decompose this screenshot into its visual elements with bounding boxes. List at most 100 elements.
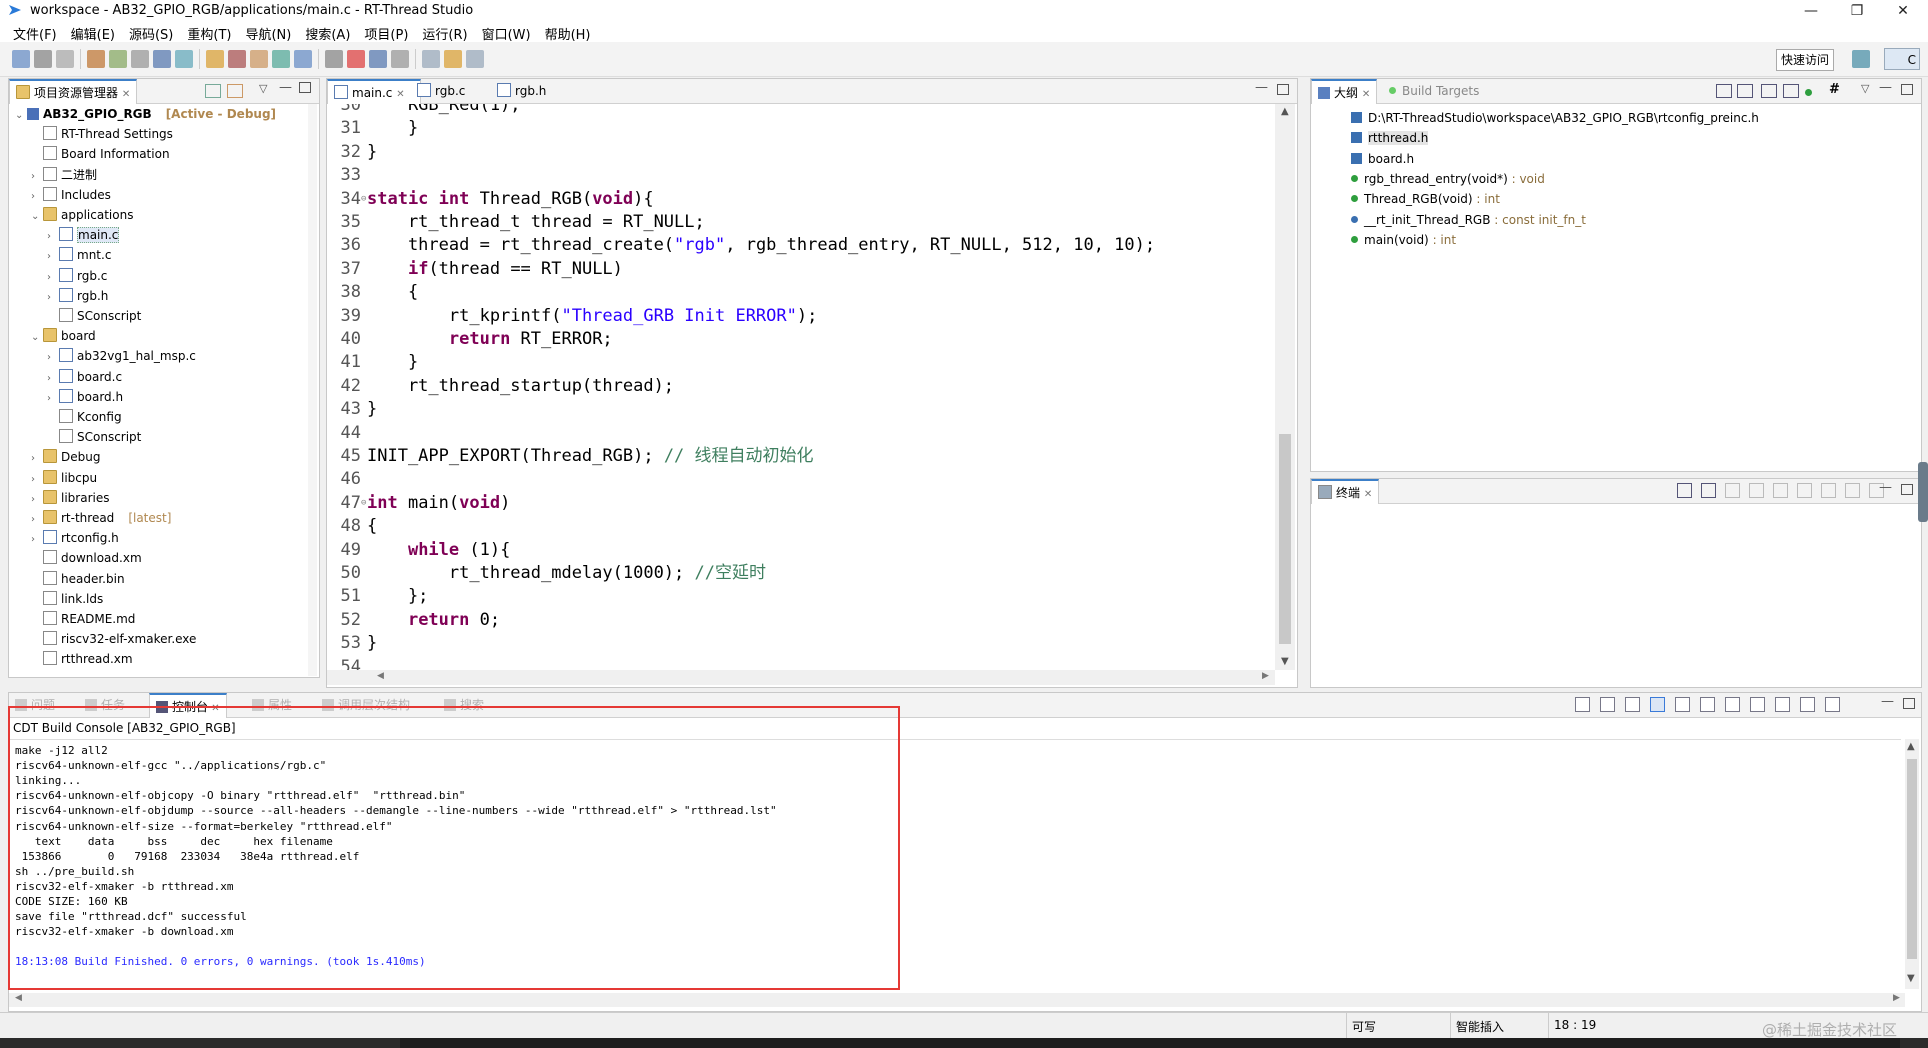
collapsed-arrow-icon[interactable]: ›: [31, 530, 43, 550]
fold-icon[interactable]: ⊖: [361, 492, 366, 515]
tab-build-targets[interactable]: Build Targets: [1383, 79, 1485, 103]
scroll-lock-icon[interactable]: [1701, 483, 1716, 498]
run-icon[interactable]: [250, 50, 268, 68]
tree-item[interactable]: › main.c: [47, 225, 120, 247]
scroll-down-icon[interactable]: ▼: [1281, 656, 1289, 667]
minimize-icon[interactable]: —: [1879, 80, 1892, 95]
display-console-icon[interactable]: [1800, 697, 1815, 712]
remove-icon[interactable]: [1600, 697, 1615, 712]
settings-icon[interactable]: [175, 50, 193, 68]
close-button[interactable]: ✕: [1880, 0, 1926, 22]
collapsed-arrow-icon[interactable]: ›: [31, 187, 43, 207]
collapsed-arrow-icon[interactable]: ›: [47, 268, 59, 288]
outline-item[interactable]: rgb_thread_entry(void*) : void: [1351, 169, 1545, 189]
maximize-icon[interactable]: [1277, 84, 1289, 95]
pin-console-icon[interactable]: [1625, 697, 1640, 712]
tree-item[interactable]: ⌄ AB32_GPIO_RGB [Active - Debug]: [15, 104, 276, 124]
console-vscrollbar[interactable]: ▲ ▼: [1905, 739, 1919, 989]
scroll-left-icon[interactable]: ◀: [377, 671, 384, 681]
close-icon[interactable]: ✕: [1364, 489, 1372, 500]
editor-hscrollbar[interactable]: ◀ ▶: [327, 670, 1275, 685]
show-on-output-icon[interactable]: [1675, 697, 1690, 712]
expanded-arrow-icon[interactable]: ⌄: [31, 207, 43, 227]
tree-item[interactable]: › libraries: [31, 488, 109, 508]
scroll-left-icon[interactable]: ◀: [15, 993, 22, 1003]
collapsed-arrow-icon[interactable]: ›: [31, 470, 43, 490]
disconnect-icon[interactable]: [1725, 483, 1740, 498]
view-menu-icon[interactable]: ▽: [259, 82, 267, 95]
tab-outline[interactable]: 大纲 ✕: [1311, 79, 1378, 104]
launch-icon[interactable]: [325, 50, 343, 68]
download-icon[interactable]: [206, 50, 224, 68]
collapsed-arrow-icon[interactable]: ›: [31, 449, 43, 469]
tree-item[interactable]: › board.h: [47, 387, 123, 407]
debug-icon[interactable]: [228, 50, 246, 68]
word-wrap-icon[interactable]: [1725, 697, 1740, 712]
tree-item[interactable]: README.md: [31, 609, 135, 629]
outline-item[interactable]: Thread_RGB(void) : int: [1351, 189, 1500, 209]
history-icon[interactable]: [466, 50, 484, 68]
tree-item[interactable]: header.bin: [31, 569, 125, 589]
perspective-c-button[interactable]: C: [1884, 48, 1920, 70]
open-perspective-icon[interactable]: [1852, 50, 1870, 68]
collapsed-arrow-icon[interactable]: ›: [31, 490, 43, 510]
maximize-button[interactable]: ❐: [1834, 0, 1880, 22]
collapsed-arrow-icon[interactable]: ›: [47, 369, 59, 389]
open-console-icon[interactable]: [1775, 697, 1790, 712]
tree-scrollbar[interactable]: [308, 104, 317, 676]
tree-item[interactable]: › 二进制: [31, 165, 97, 185]
tree-item[interactable]: download.xm: [31, 548, 142, 568]
tree-item[interactable]: link.lds: [31, 589, 103, 609]
maximize-icon[interactable]: [1901, 84, 1913, 95]
close-icon[interactable]: ✕: [122, 89, 130, 100]
tree-item[interactable]: SConscript: [47, 306, 141, 326]
tree-item[interactable]: › rgb.h: [47, 286, 108, 306]
scroll-thumb[interactable]: [1279, 434, 1291, 644]
scroll-up-icon[interactable]: ▲: [1907, 741, 1915, 752]
openocd-icon[interactable]: [294, 50, 312, 68]
tree-item[interactable]: Board Information: [31, 144, 170, 164]
clear-console-icon[interactable]: [1750, 697, 1765, 712]
save-icon[interactable]: [34, 50, 52, 68]
stop-icon[interactable]: [347, 50, 365, 68]
tree-item[interactable]: RT-Thread Settings: [31, 124, 173, 144]
forward-icon[interactable]: [444, 50, 462, 68]
tree-item[interactable]: › Includes: [31, 185, 111, 205]
show-on-error-icon[interactable]: [1700, 697, 1715, 712]
build-icon[interactable]: [87, 50, 105, 68]
tab-terminal[interactable]: 终端 ✕: [1311, 479, 1380, 504]
terminal-icon[interactable]: [153, 50, 171, 68]
tab-rgb-h[interactable]: rgb.h: [491, 79, 552, 103]
hide-fields-icon[interactable]: [1761, 84, 1777, 98]
collapsed-arrow-icon[interactable]: ›: [47, 247, 59, 267]
layout-icon[interactable]: [391, 50, 409, 68]
select-all-icon[interactable]: [1797, 483, 1812, 498]
new-console-icon[interactable]: [1825, 697, 1840, 712]
expanded-arrow-icon[interactable]: ⌄: [15, 106, 27, 126]
maximize-icon[interactable]: [1903, 698, 1915, 709]
scroll-lock-icon[interactable]: [1650, 697, 1665, 712]
tree-item[interactable]: ⌄ board: [31, 326, 96, 346]
build-config-icon[interactable]: [109, 50, 127, 68]
quick-access-field[interactable]: 快速访问: [1776, 49, 1835, 71]
collapsed-arrow-icon[interactable]: ›: [47, 348, 59, 368]
maximize-icon[interactable]: [299, 82, 311, 93]
collapsed-arrow-icon[interactable]: ›: [47, 288, 59, 308]
scroll-up-icon[interactable]: ▲: [1281, 106, 1289, 117]
code-area[interactable]: 30 RGB_Red(1); 31 } 32} 33 34 ⊖ static int Thr…: [327, 104, 1275, 670]
link-editor-icon[interactable]: [227, 84, 243, 98]
outline-item[interactable]: board.h: [1351, 149, 1414, 169]
debug-config-icon[interactable]: [131, 50, 149, 68]
close-icon[interactable]: ✕: [396, 89, 404, 100]
scroll-down-icon[interactable]: ▼: [1907, 973, 1915, 984]
minimize-icon[interactable]: —: [1255, 80, 1268, 95]
close-icon[interactable]: ✕: [1362, 89, 1370, 100]
save-all-icon[interactable]: [56, 50, 74, 68]
hide-static-icon[interactable]: [1783, 84, 1799, 98]
tree-item[interactable]: › libcpu: [31, 468, 97, 488]
editor-vscrollbar[interactable]: ▲ ▼: [1275, 104, 1295, 670]
paste-icon[interactable]: [1773, 483, 1788, 498]
collapse-all-icon[interactable]: [205, 84, 221, 98]
scroll-right-icon[interactable]: ▶: [1262, 671, 1269, 681]
collapsed-arrow-icon[interactable]: ›: [47, 227, 59, 247]
